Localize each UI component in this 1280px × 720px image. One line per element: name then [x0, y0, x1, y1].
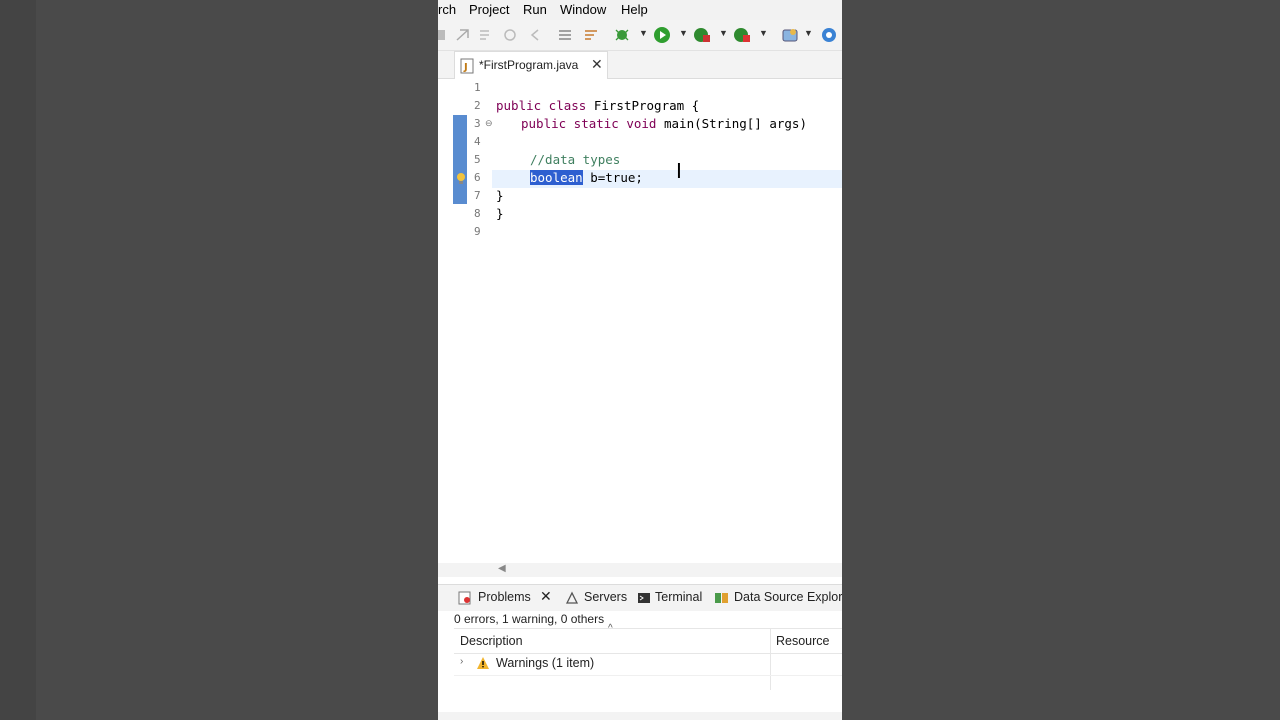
tools-icon[interactable] — [582, 26, 600, 44]
code-line-3: public static void main(String[] args) — [521, 116, 807, 131]
line-number: 4 — [474, 135, 481, 148]
outline-icon[interactable] — [556, 26, 574, 44]
external-tools-icon[interactable] — [733, 26, 751, 44]
code-editor[interactable]: 1 2 3 ⊖ 4 5 6 7 8 9 public class FirstPr… — [438, 79, 842, 563]
close-icon[interactable]: ✕ — [591, 56, 603, 73]
tab-problems[interactable]: Problems — [478, 590, 531, 604]
status-bar — [438, 712, 842, 720]
open-perspective-icon[interactable] — [820, 26, 838, 44]
code-line-2: public class FirstProgram { — [496, 98, 699, 113]
eclipse-window: rch Project Run Window Help ▼ ▼ ▼ ▼ ▼ J … — [438, 0, 842, 720]
tab-servers[interactable]: Servers — [584, 590, 627, 604]
selected-text[interactable]: boolean — [530, 170, 583, 185]
scroll-left-icon[interactable]: ◀ — [498, 563, 506, 574]
warning-icon[interactable] — [454, 171, 468, 185]
background-strip — [0, 0, 36, 720]
debug-icon[interactable] — [613, 26, 631, 44]
code-keyword: public static void — [521, 116, 664, 131]
debug-dropdown-icon[interactable]: ▼ — [639, 28, 648, 38]
line-number: 1 — [474, 81, 481, 94]
run-dropdown-icon[interactable]: ▼ — [679, 28, 688, 38]
menu-bar: rch Project Run Window Help — [438, 0, 842, 20]
terminal-icon — [637, 591, 651, 605]
change-ruler — [453, 115, 467, 204]
line-number: 2 — [474, 99, 481, 112]
line-number: 6 — [474, 171, 481, 184]
close-icon[interactable]: ✕ — [540, 588, 552, 605]
row-label: Warnings (1 item) — [496, 656, 595, 670]
code-line-6: boolean b=true; — [530, 170, 643, 185]
menu-search[interactable]: rch — [438, 2, 456, 17]
code-line-5: //data types — [530, 152, 621, 167]
tab-data-source-explorer[interactable]: Data Source Explore — [734, 590, 842, 604]
menu-window[interactable]: Window — [560, 2, 606, 17]
panel-tab-bar: Problems ✕ Servers Terminal Data Source … — [438, 584, 842, 611]
table-row-empty — [454, 675, 842, 696]
line-number: 8 — [474, 207, 481, 220]
menu-project[interactable]: Project — [469, 2, 509, 17]
external-tools-dropdown-icon[interactable]: ▼ — [759, 28, 768, 38]
horizontal-scrollbar[interactable]: ◀ — [438, 563, 842, 577]
fold-icon[interactable]: ⊖ — [485, 118, 493, 129]
problems-icon — [458, 591, 472, 605]
svg-text:J: J — [463, 62, 468, 73]
menu-run[interactable]: Run — [523, 2, 547, 17]
tab-firstprogram-java[interactable]: J *FirstProgram.java ✕ — [454, 51, 608, 79]
java-file-icon: J — [459, 58, 475, 79]
expand-chevron-icon[interactable]: › — [460, 656, 463, 667]
coverage-icon[interactable] — [693, 26, 711, 44]
link-icon[interactable] — [454, 26, 472, 44]
table-row[interactable]: › Warnings (1 item) — [454, 653, 842, 675]
toolbar: ▼ ▼ ▼ ▼ ▼ — [438, 20, 842, 51]
new-server-icon[interactable] — [781, 26, 799, 44]
coverage-dropdown-icon[interactable]: ▼ — [719, 28, 728, 38]
back-icon[interactable] — [526, 26, 544, 44]
code-text: main(String[] args) — [664, 116, 807, 131]
next-annotation-icon[interactable] — [501, 26, 519, 44]
line-number: 9 — [474, 225, 481, 238]
prev-annotation-icon[interactable] — [477, 26, 495, 44]
line-number: 7 — [474, 189, 481, 202]
code-text: b=true; — [582, 170, 643, 185]
column-resource[interactable]: Resource — [776, 634, 830, 648]
code-line-8: } — [496, 206, 504, 221]
tab-terminal[interactable]: Terminal — [655, 590, 702, 604]
tab-label: *FirstProgram.java — [479, 58, 579, 72]
menu-help[interactable]: Help — [621, 2, 648, 17]
servers-icon — [565, 591, 579, 605]
editor-tab-row: J *FirstProgram.java ✕ — [438, 51, 842, 79]
run-icon[interactable] — [653, 26, 671, 44]
text-cursor-icon: I — [676, 159, 682, 183]
problems-table-header: Description Resource — [454, 628, 842, 654]
problems-summary: 0 errors, 1 warning, 0 others — [454, 612, 605, 626]
column-description[interactable]: Description — [460, 634, 523, 648]
server-dropdown-icon[interactable]: ▼ — [804, 28, 813, 38]
warning-icon — [476, 656, 490, 675]
code-text: FirstProgram { — [593, 98, 700, 113]
data-source-icon — [714, 591, 728, 605]
line-number: 5 — [474, 153, 481, 166]
code-line-7: } — [496, 188, 504, 203]
code-keyword: public class — [496, 98, 594, 113]
